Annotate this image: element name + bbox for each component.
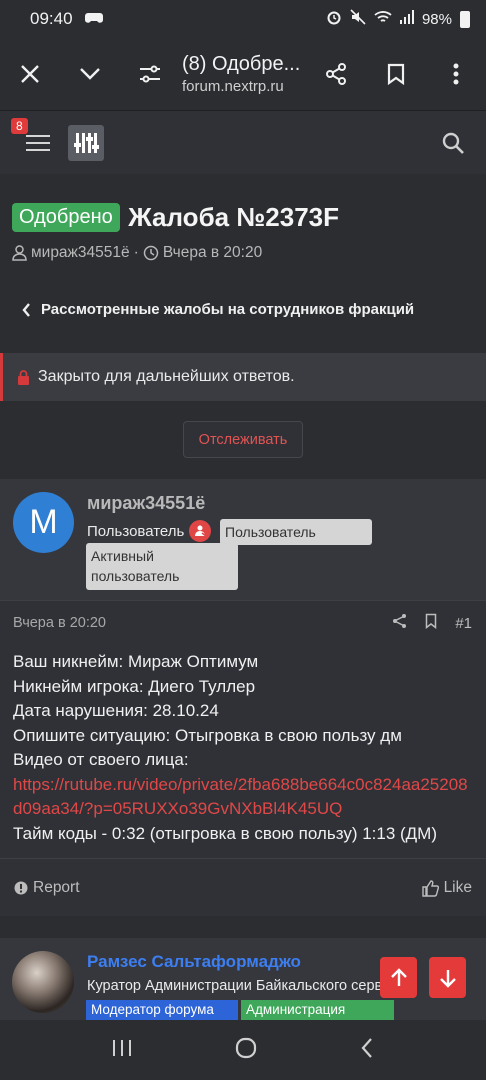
post-user-title-row: Пользователь xyxy=(87,520,212,542)
alert-circle-icon xyxy=(14,881,28,895)
thumbs-up-icon xyxy=(421,879,439,897)
more-options-button[interactable] xyxy=(426,38,486,110)
home-icon xyxy=(235,1037,257,1058)
tune-icon xyxy=(140,65,160,83)
browser-toolbar: (8) Одобре... forum.nextrp.ru xyxy=(0,38,486,110)
meta-separator: · xyxy=(133,244,139,261)
more-vertical-icon xyxy=(453,63,459,85)
battery-percent: 98% xyxy=(421,10,452,28)
thread-date[interactable]: Вчера в 20:20 xyxy=(163,244,262,262)
bookmark-button[interactable] xyxy=(366,38,426,110)
site-settings-button[interactable] xyxy=(120,38,180,110)
video-link[interactable]: https://rutube.ru/video/private/2fba688b… xyxy=(13,773,475,822)
page-url: forum.nextrp.ru xyxy=(182,78,284,95)
user-banner: Администрация xyxy=(241,1000,394,1020)
game-controller-icon xyxy=(84,11,103,28)
watch-button[interactable]: Отслеживать xyxy=(183,421,303,458)
close-tab-button[interactable] xyxy=(0,38,60,110)
post-author-block: M мираж34551ё Пользователь Пользователь … xyxy=(0,479,486,600)
post-content: Ваш никнейм: Мираж Оптимум Никнейм игрок… xyxy=(13,650,475,846)
locked-notice: Закрыто для дальнейших ответов. xyxy=(0,353,486,401)
share-icon xyxy=(393,614,407,628)
post-line: Опишите ситуацию: Отыгровка в свою польз… xyxy=(13,725,402,745)
back-button[interactable] xyxy=(360,1037,374,1064)
menu-button[interactable]: 8 xyxy=(0,111,76,175)
share-post-button[interactable] xyxy=(392,613,407,633)
role-icon xyxy=(189,520,212,542)
status-bar: 09:40 98% xyxy=(0,0,486,38)
wifi-icon xyxy=(374,10,392,28)
scroll-down-button[interactable] xyxy=(429,957,466,998)
like-label: Like xyxy=(443,879,472,896)
page-title-block[interactable]: (8) Одобре... forum.nextrp.ru xyxy=(180,52,306,96)
forum-header: 8 xyxy=(0,110,486,174)
locked-notice-text: Закрыто для дальнейших ответов. xyxy=(38,368,295,385)
post-actions: #1 xyxy=(392,613,472,633)
share-icon xyxy=(326,63,346,85)
hamburger-icon xyxy=(26,134,50,151)
post-user-title: Пользователь xyxy=(87,522,185,540)
mute-icon xyxy=(350,9,366,29)
thread-meta: мираж34551ё · Вчера в 20:20 xyxy=(12,244,262,262)
bookmark-icon xyxy=(387,63,405,85)
recent-apps-icon xyxy=(112,1039,131,1056)
status-badge[interactable]: Одобрено xyxy=(12,203,120,232)
post-number[interactable]: #1 xyxy=(455,615,472,632)
report-button[interactable]: Report xyxy=(14,879,80,897)
user-icon xyxy=(12,245,27,261)
bookmark-post-button[interactable] xyxy=(425,613,437,633)
status-time: 09:40 xyxy=(30,9,73,28)
scroll-up-button[interactable] xyxy=(380,957,417,998)
user-banner: Активный пользователь xyxy=(86,543,238,590)
report-label: Report xyxy=(33,879,80,896)
breadcrumb[interactable]: Рассмотренные жалобы на сотрудников фрак… xyxy=(22,301,414,318)
post-date[interactable]: Вчера в 20:20 xyxy=(13,615,106,631)
arrow-down-icon xyxy=(439,969,456,988)
post-username[interactable]: мираж34551ё xyxy=(87,493,205,514)
avatar[interactable] xyxy=(12,951,74,1013)
chevron-left-icon xyxy=(22,302,30,317)
signal-icon xyxy=(399,10,414,28)
page-title: (8) Одобре... xyxy=(182,53,301,75)
share-button[interactable] xyxy=(306,38,366,110)
minimize-button[interactable] xyxy=(60,38,120,110)
avatar[interactable]: M xyxy=(13,492,74,553)
thread-header: Одобрено Жалоба №2373F xyxy=(12,202,482,233)
post-line: Никнейм игрока: Диего Туллер xyxy=(13,676,256,696)
equalizer-logo-icon xyxy=(74,132,99,153)
post-username[interactable]: Рамзес Сальтаформаджо xyxy=(87,952,301,972)
search-icon xyxy=(442,132,464,154)
battery-icon xyxy=(460,10,470,28)
bookmark-icon xyxy=(426,613,437,630)
chevron-down-icon xyxy=(80,68,100,80)
search-button[interactable] xyxy=(420,111,486,175)
post-line: Тайм коды - 0:32 (отыгровка в свою польз… xyxy=(13,823,438,843)
back-icon xyxy=(361,1037,373,1058)
post-line: Видео от своего лица: xyxy=(13,750,189,769)
thread-author[interactable]: мираж34551ё xyxy=(31,244,130,262)
notification-badge: 8 xyxy=(11,117,28,134)
post-line: Ваш никнейм: Мираж Оптимум xyxy=(13,652,259,671)
like-button[interactable]: Like xyxy=(421,879,472,897)
system-nav-bar xyxy=(0,1020,486,1080)
lock-icon xyxy=(18,369,29,385)
post-line: Дата нарушения: 28.10.24 xyxy=(13,701,219,720)
post-user-title: Куратор Администрации Байкальского серве… xyxy=(87,978,407,994)
home-button[interactable] xyxy=(235,1037,257,1064)
arrow-up-icon xyxy=(390,967,407,986)
post-body: Вчера в 20:20 #1 Ваш никнейм: Мираж Опти… xyxy=(0,600,486,916)
user-banner: Модератор форума xyxy=(86,1000,238,1020)
breadcrumb-label: Рассмотренные жалобы на сотрудников фрак… xyxy=(41,301,415,318)
recent-apps-button[interactable] xyxy=(112,1039,132,1062)
post-footer: Report Like xyxy=(0,858,486,917)
thread-title: Жалоба №2373F xyxy=(128,202,340,232)
close-icon xyxy=(21,65,39,83)
clock-icon xyxy=(143,245,159,261)
user-banner: Пользователь xyxy=(220,519,372,546)
alarm-icon xyxy=(326,9,342,29)
